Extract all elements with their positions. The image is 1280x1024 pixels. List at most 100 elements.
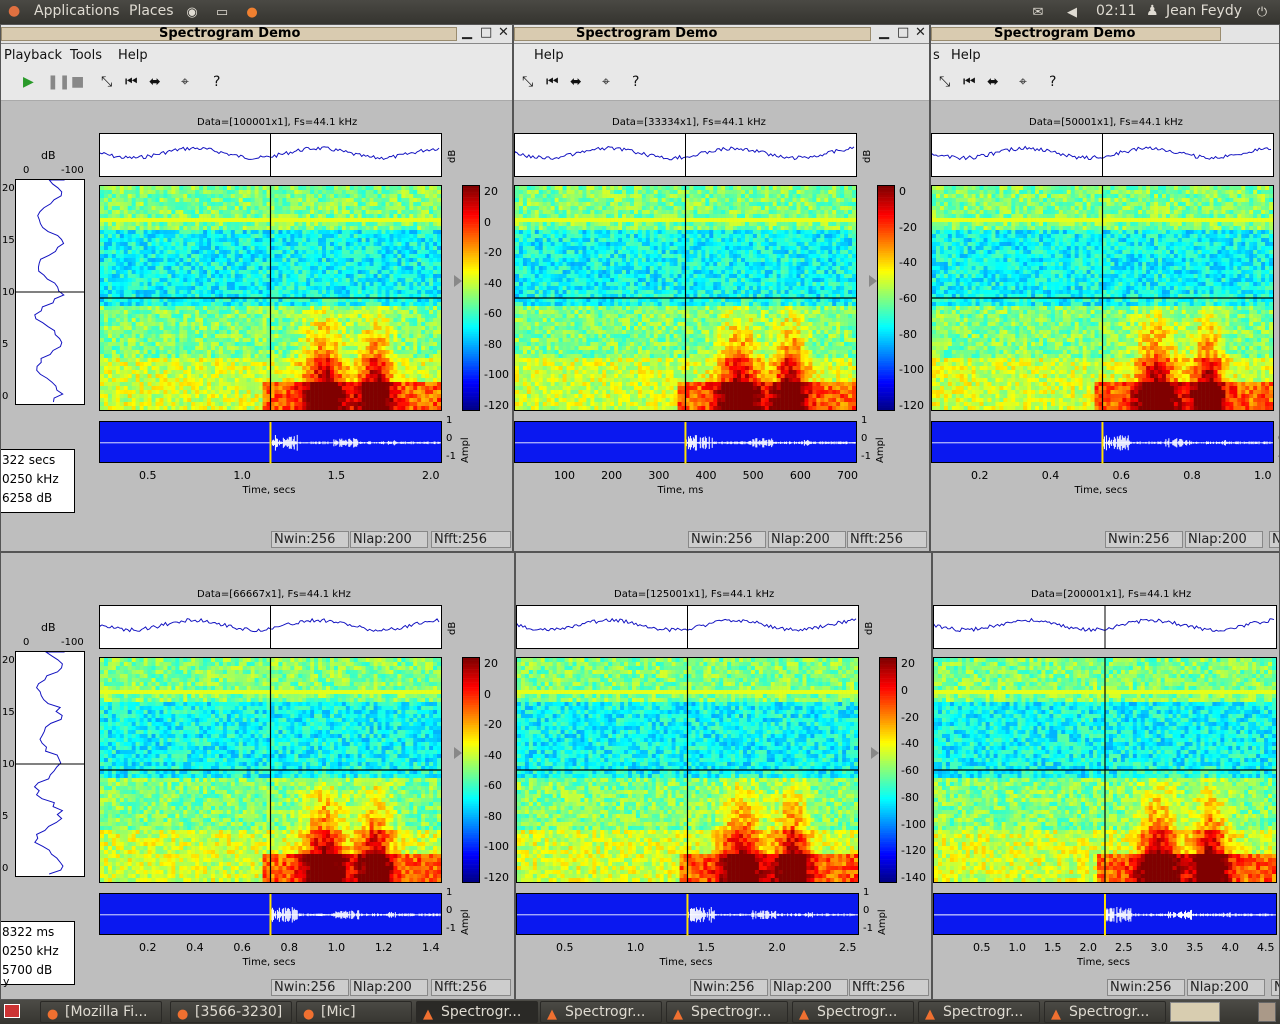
taskbar-button[interactable]: ▲ Spectrogr... <box>666 1001 788 1023</box>
db-axis-label: dB <box>862 150 873 163</box>
places-menu[interactable]: Places <box>129 3 174 19</box>
maximize-icon[interactable]: □ <box>897 25 909 40</box>
menu-help[interactable]: Help <box>951 48 981 63</box>
menu-s[interactable]: s <box>933 48 940 63</box>
volume-icon[interactable]: ◀ <box>1062 2 1082 22</box>
taskbar-button[interactable]: ▲ Spectrogr... <box>918 1001 1040 1023</box>
colorbar-tick: -120 <box>484 399 509 412</box>
taskbar-button[interactable]: ▲ Spectrogr... <box>792 1001 914 1023</box>
taskbar-label: Spectrogr... <box>565 1004 645 1020</box>
cursor-marker[interactable] <box>871 747 879 759</box>
cursor-marker[interactable] <box>454 747 462 759</box>
zoom-in-out-icon[interactable]: ⬌ <box>149 74 161 90</box>
firefox-icon[interactable]: ● <box>242 2 262 22</box>
taskbar-button[interactable]: ▲ Spectrogr... <box>416 1001 538 1023</box>
waveform-plot[interactable] <box>99 421 442 464</box>
close-icon[interactable]: ✕ <box>498 25 509 40</box>
help-icon[interactable]: ? <box>1049 74 1056 90</box>
menu-help[interactable]: Help <box>118 48 148 63</box>
db-trace-plot <box>516 605 859 649</box>
waveform-plot[interactable] <box>933 893 1277 936</box>
db-trace-plot <box>99 605 442 649</box>
taskbar-button[interactable]: ▲ Spectrogr... <box>540 1001 662 1023</box>
spectrogram-image[interactable] <box>516 657 859 883</box>
plot-canvas <box>100 894 441 936</box>
crosshair-icon[interactable]: ⌖ <box>1019 74 1027 90</box>
time-tick: 400 <box>696 469 717 482</box>
network-icon[interactable]: ◉ <box>182 2 202 22</box>
prev-icon[interactable]: ⏮ <box>125 74 138 90</box>
crosshair-icon[interactable]: ⌖ <box>181 74 189 90</box>
time-tick: 1.0 <box>1254 469 1272 482</box>
waveform-plot[interactable] <box>516 893 859 936</box>
play-icon[interactable]: ▶ <box>23 74 34 90</box>
status-nwin: Nwin:256 <box>271 531 349 548</box>
trash-icon[interactable] <box>1258 1002 1276 1022</box>
plot-canvas <box>932 186 1273 410</box>
plot-canvas <box>463 658 479 882</box>
waveform-plot[interactable] <box>931 421 1274 464</box>
waveform-plot[interactable] <box>514 421 857 464</box>
zoom-in-out-icon[interactable]: ⬌ <box>987 74 999 90</box>
prev-icon[interactable]: ⏮ <box>546 74 559 90</box>
side-db-tick: 0 <box>23 637 29 648</box>
stop-icon[interactable]: ■ <box>71 74 84 90</box>
colorbar-tick: -60 <box>899 292 917 305</box>
show-desktop-icon[interactable] <box>4 1004 20 1018</box>
minimize-icon[interactable]: ▁ <box>462 25 472 40</box>
taskbar-label: Spectrogr... <box>441 1004 521 1020</box>
matlab-icon: ▲ <box>673 1005 683 1022</box>
workspace-switcher[interactable] <box>1170 1002 1220 1022</box>
cursor-marker[interactable] <box>869 275 877 287</box>
menu-tools[interactable]: Tools <box>70 48 102 63</box>
zoom-extent-icon[interactable]: ⤡ <box>522 74 533 90</box>
db-axis-label: dB <box>864 622 875 635</box>
spectrogram-image[interactable] <box>99 657 442 883</box>
menu-playback[interactable]: Playback <box>4 48 62 63</box>
spectrogram-image[interactable] <box>931 185 1274 411</box>
spectrogram-window: Spectrogram Demo s Help ⤡ ⏮ ⬌ ⌖? Data=[50001x1]… <box>930 24 1280 552</box>
ubuntu-logo-icon[interactable]: ● <box>8 3 20 19</box>
waveform-plot[interactable] <box>99 893 442 936</box>
spectrogram-image[interactable] <box>99 185 442 411</box>
applications-menu[interactable]: Applications <box>34 3 120 19</box>
readout-box: 322 secs 0250 kHz 6258 dB <box>1 449 75 513</box>
plot-canvas <box>100 186 441 410</box>
user-name[interactable]: Jean Feydy <box>1166 3 1242 19</box>
zoom-extent-icon[interactable]: ⤡ <box>101 74 112 90</box>
power-icon[interactable]: ⏻ <box>1252 2 1272 22</box>
help-icon[interactable]: ? <box>632 74 639 90</box>
taskbar-button[interactable]: ● [Mic] <box>296 1001 412 1023</box>
maximize-icon[interactable]: □ <box>480 25 492 40</box>
menu-help[interactable]: Help <box>534 48 564 63</box>
time-axis-label: Time, secs <box>1077 957 1130 968</box>
taskbar-button[interactable]: ● [3566-3230] <box>170 1001 292 1023</box>
colorbar-tick: -20 <box>899 221 917 234</box>
folder-icon: ● <box>303 1005 314 1022</box>
cursor-marker[interactable] <box>454 275 462 287</box>
time-tick: 200 <box>601 469 622 482</box>
taskbar-button[interactable]: ● [Mozilla Fi... <box>40 1001 162 1023</box>
window-titlebar[interactable]: Spectrogram Demo <box>931 25 1279 44</box>
pause-icon[interactable]: ❚❚ <box>47 74 70 90</box>
taskbar-button[interactable]: ▲ Spectrogr... <box>1044 1001 1166 1023</box>
close-icon[interactable]: ✕ <box>915 25 926 40</box>
zoom-extent-icon[interactable]: ⤡ <box>939 74 950 90</box>
window-titlebar[interactable]: Spectrogram Demo ▁ □ ✕ <box>1 25 512 44</box>
spectrogram-image[interactable] <box>933 657 1277 883</box>
zoom-in-out-icon[interactable]: ⬌ <box>570 74 582 90</box>
crosshair-icon[interactable]: ⌖ <box>602 74 610 90</box>
window-titlebar[interactable]: Spectrogram Demo ▁ □ ✕ <box>514 25 929 44</box>
prev-icon[interactable]: ⏮ <box>963 74 976 90</box>
mail-icon[interactable]: ✉ <box>1028 2 1048 22</box>
spectrogram-image[interactable] <box>514 185 857 411</box>
time-tick: 1.5 <box>698 941 716 954</box>
terminal-icon[interactable]: ▭ <box>212 2 232 22</box>
colorbar <box>462 657 480 883</box>
clock[interactable]: 02:11 <box>1096 3 1136 19</box>
matlab-icon: ▲ <box>1051 1005 1061 1022</box>
taskbar: ● [Mozilla Fi... ● [3566-3230] ● [Mic] ▲ Spectr… <box>0 1000 1280 1024</box>
minimize-icon[interactable]: ▁ <box>879 25 889 40</box>
help-icon[interactable]: ? <box>213 74 220 90</box>
menubar: s Help <box>931 44 1279 67</box>
